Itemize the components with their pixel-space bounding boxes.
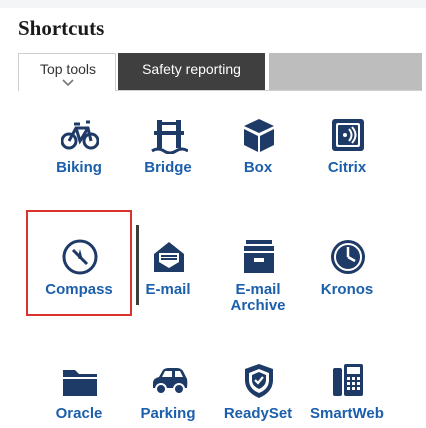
chevron-down-icon [62, 79, 74, 87]
shortcut-label: SmartWeb [310, 405, 384, 422]
clock-icon [331, 240, 365, 274]
phone-icon [333, 364, 363, 396]
tab-divider [116, 90, 422, 91]
shortcut-label: Citrix [327, 159, 367, 176]
archive-icon [244, 240, 274, 273]
shortcut-label: Oracle [55, 405, 103, 422]
tab-top-tools[interactable]: Top tools [18, 53, 116, 91]
compass-icon [62, 239, 98, 275]
tab-safety-reporting[interactable]: Safety reporting [118, 53, 265, 91]
bicycle-icon [61, 120, 99, 150]
shortcut-label: Kronos [320, 281, 374, 298]
top-strip [0, 0, 426, 8]
tab-bar-filler [269, 53, 422, 91]
tab-bar: Top tools Safety reporting [18, 53, 422, 91]
mail-icon [154, 242, 184, 272]
shortcut-label: E-mail [145, 281, 191, 298]
shortcut-label: Parking [140, 405, 196, 422]
shortcut-label: Biking [56, 159, 102, 176]
car-icon [153, 368, 188, 395]
shortcut-label: Box [243, 159, 273, 176]
shield-icon [245, 364, 273, 398]
tab-top-tools-label: Top tools [39, 61, 97, 77]
folder-icon [63, 370, 97, 396]
page-title: Shortcuts [18, 16, 105, 40]
shortcut-label: ReadySet [223, 405, 293, 422]
tab-safety-reporting-label: Safety reporting [142, 61, 241, 77]
bridge-icon [151, 120, 188, 154]
shortcut-label: Bridge [144, 159, 192, 176]
shortcut-label: Compass [45, 281, 113, 298]
citrix-icon [332, 119, 364, 151]
shortcut-label: E-mail Archive [230, 281, 286, 314]
box-icon [244, 119, 274, 152]
